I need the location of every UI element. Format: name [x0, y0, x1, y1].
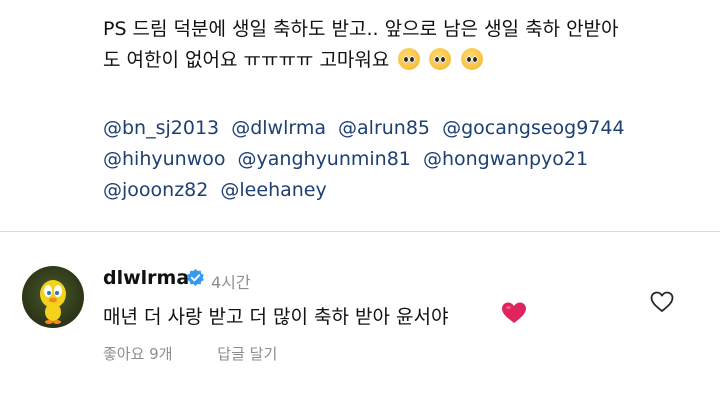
- caption-line-1: PS 드림 덕분에 생일 축하도 받고.. 앞으로 남은 생일 축하 안받아: [103, 18, 619, 40]
- mentions-line-1: @bn_sj2013 @dlwlrma @alrun85 @gocangseog…: [103, 113, 713, 144]
- comment-text: 매년 더 사랑 받고 더 많이 축하 받아 윤서야: [103, 306, 449, 328]
- mention-link[interactable]: @hongwanpyo21: [423, 148, 588, 170]
- mentions-line-3: @jooonz82 @leehaney: [103, 175, 713, 206]
- like-heart-icon[interactable]: [650, 291, 674, 313]
- mention-link[interactable]: @hihyunwoo: [103, 148, 225, 170]
- section-divider: [0, 231, 720, 232]
- pleading-face-icon: [398, 48, 421, 70]
- comment-meta: 좋아요 9개 답글 달기: [103, 343, 277, 364]
- mention-link[interactable]: @jooonz82: [103, 179, 208, 201]
- avatar[interactable]: [22, 266, 84, 328]
- pleading-face-icon: [429, 48, 452, 70]
- red-heart-icon: [502, 302, 526, 323]
- reply-button[interactable]: 답글 달기: [217, 345, 277, 363]
- mention-link[interactable]: @yanghyunmin81: [238, 148, 411, 170]
- likes-count[interactable]: 좋아요 9개: [103, 345, 173, 363]
- mention-link[interactable]: @leehaney: [220, 179, 326, 201]
- tweety-avatar-icon: [40, 280, 66, 324]
- mention-link[interactable]: @bn_sj2013: [103, 117, 219, 139]
- mention-link[interactable]: @gocangseog9744: [442, 117, 625, 139]
- mentions-block: @bn_sj2013 @dlwlrma @alrun85 @gocangseog…: [103, 113, 713, 206]
- caption-line-2: 도 여한이 없어요 ㅠㅠㅠㅠ 고마워요: [103, 45, 703, 76]
- post-caption: PS 드림 덕분에 생일 축하도 받고.. 앞으로 남은 생일 축하 안받아 도…: [103, 14, 703, 76]
- mentions-line-2: @hihyunwoo @yanghyunmin81 @hongwanpyo21: [103, 144, 713, 175]
- comment-timestamp[interactable]: 4시간: [211, 269, 251, 293]
- pleading-face-icon: [460, 48, 483, 70]
- comment-username[interactable]: dlwlrma: [103, 267, 189, 289]
- verified-badge-icon: [187, 268, 204, 287]
- mention-link[interactable]: @dlwlrma: [231, 117, 326, 139]
- mention-link[interactable]: @alrun85: [338, 117, 430, 139]
